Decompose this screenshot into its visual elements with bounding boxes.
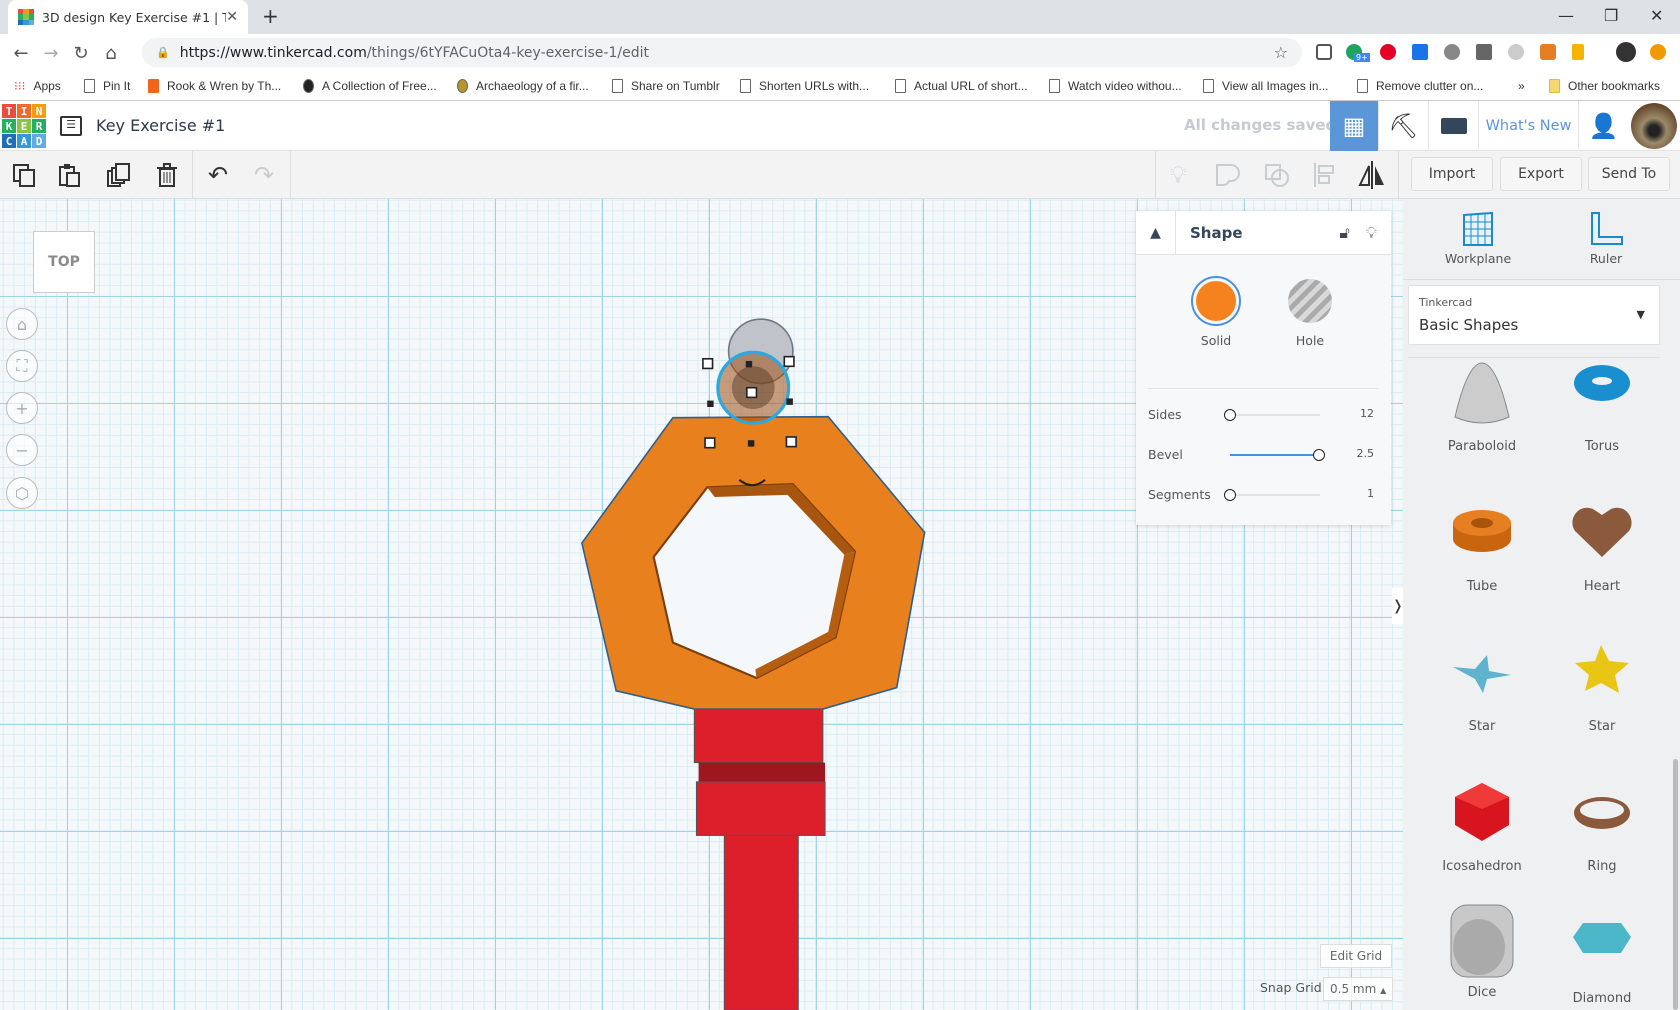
ruler-button[interactable]: Ruler	[1561, 211, 1651, 266]
sides-slider-track[interactable]	[1230, 414, 1320, 416]
torus-icon	[1574, 365, 1630, 401]
shapes-library-panel: Workplane Ruler Tinkercad Basic Shapes ▼…	[1403, 199, 1680, 1010]
diamond-icon	[1573, 923, 1631, 953]
shape-star-blue[interactable]: Star	[1427, 639, 1537, 734]
bevel-slider-thumb[interactable]	[1313, 449, 1325, 461]
shape-label: Dice	[1467, 985, 1497, 1000]
shape-tube[interactable]: Tube	[1427, 499, 1537, 594]
star-icon	[1453, 655, 1511, 693]
shape-label: Star	[1468, 719, 1496, 734]
library-name: Basic Shapes	[1419, 316, 1519, 334]
home-view-icon[interactable]: ⌂	[6, 308, 38, 340]
collapse-panel-icon[interactable]: ❭	[1392, 588, 1404, 624]
library-scrollbar[interactable]	[1673, 759, 1678, 1010]
solid-label: Solid	[1200, 333, 1232, 348]
view-cube[interactable]: TOP	[33, 231, 95, 293]
segments-slider-thumb[interactable]	[1224, 489, 1236, 501]
param-label: Bevel	[1148, 447, 1183, 462]
red-stem-shape[interactable]	[723, 834, 799, 1010]
param-segments: Segments 1	[1148, 487, 1378, 502]
shape-heart[interactable]: Heart	[1547, 499, 1657, 594]
heart-icon	[1572, 507, 1632, 557]
shape-panel-title: Shape	[1190, 223, 1243, 242]
hole-label: Hole	[1295, 333, 1325, 348]
solid-swatch	[1196, 281, 1236, 321]
workplane-icon	[1463, 211, 1493, 246]
divider	[1148, 388, 1378, 389]
workplane-label: Workplane	[1444, 251, 1512, 266]
ruler-label: Ruler	[1589, 251, 1623, 266]
edit-grid-button[interactable]: Edit Grid	[1320, 944, 1392, 968]
param-label: Segments	[1148, 487, 1211, 502]
shape-inspector-header: ▲ Shape 🔓︎ 💡︎	[1136, 210, 1391, 255]
star-icon	[1575, 645, 1629, 693]
shape-label: Torus	[1584, 439, 1620, 454]
perspective-icon[interactable]: ⬡	[6, 477, 38, 509]
divider	[1403, 279, 1680, 280]
param-sides: Sides 12	[1148, 407, 1378, 422]
fit-view-icon[interactable]: ⛶	[6, 350, 38, 382]
shape-label: Star	[1588, 719, 1616, 734]
solid-button[interactable]	[1191, 276, 1241, 326]
segments-value[interactable]: 1	[1367, 487, 1374, 500]
sides-value[interactable]: 12	[1360, 407, 1374, 420]
shape-paraboloid[interactable]: Paraboloid	[1427, 359, 1537, 454]
segments-slider-track[interactable]	[1230, 494, 1320, 496]
shape-inspector: ▲ Shape 🔓︎ 💡︎ Solid Hole Sides 12 Bevel 2.…	[1136, 210, 1391, 525]
red-block-bottom[interactable]	[695, 781, 826, 836]
dropdown-caret-icon: ▼	[1636, 308, 1645, 321]
shape-label: Icosahedron	[1442, 859, 1522, 874]
divider	[1408, 357, 1660, 358]
shape-ring[interactable]: Ring	[1547, 779, 1657, 874]
library-dropdown[interactable]: Tinkercad Basic Shapes ▼	[1408, 285, 1660, 345]
icosahedron-icon	[1455, 783, 1509, 841]
red-block-top[interactable]	[693, 708, 824, 764]
bevel-value[interactable]: 2.5	[1357, 447, 1375, 460]
shape-label: Heart	[1583, 579, 1621, 594]
paraboloid-icon	[1454, 362, 1510, 424]
collapse-icon[interactable]: ▲	[1136, 210, 1176, 255]
param-label: Sides	[1148, 407, 1182, 422]
lightbulb-icon[interactable]: 💡︎	[1366, 223, 1377, 243]
dice-icon	[1450, 904, 1514, 978]
hole-button[interactable]	[1288, 279, 1332, 323]
lock-icon[interactable]: 🔓︎	[1339, 223, 1349, 243]
ruler-icon	[1591, 212, 1623, 245]
shape-diamond[interactable]: Diamond	[1547, 911, 1657, 1006]
bevel-slider-track[interactable]	[1230, 454, 1316, 456]
snap-grid-select[interactable]: 0.5 mm ▲	[1323, 977, 1393, 1001]
ring-icon	[1574, 797, 1630, 829]
snap-grid-label: Snap Grid	[1260, 980, 1322, 995]
shape-label: Paraboloid	[1447, 439, 1517, 454]
shape-label: Ring	[1587, 859, 1617, 874]
shape-dice[interactable]: Dice	[1427, 901, 1537, 1000]
shape-star-yellow[interactable]: Star	[1547, 639, 1657, 734]
shape-icosahedron[interactable]: Icosahedron	[1427, 779, 1537, 874]
workplane-button[interactable]: Workplane	[1433, 211, 1523, 266]
zoom-out-icon[interactable]: −	[6, 434, 38, 466]
snap-grid-value: 0.5 mm	[1330, 982, 1377, 996]
tube-icon	[1453, 510, 1511, 552]
param-bevel: Bevel 2.5	[1148, 447, 1378, 462]
shape-label: Diamond	[1572, 991, 1632, 1006]
shape-label: Tube	[1466, 579, 1498, 594]
caret-up-icon: ▲	[1380, 986, 1387, 995]
red-block-gap	[698, 762, 826, 782]
library-source: Tinkercad	[1419, 296, 1473, 309]
shape-torus[interactable]: Torus	[1547, 359, 1657, 454]
zoom-in-icon[interactable]: +	[6, 392, 38, 424]
sides-slider-thumb[interactable]	[1224, 409, 1236, 421]
